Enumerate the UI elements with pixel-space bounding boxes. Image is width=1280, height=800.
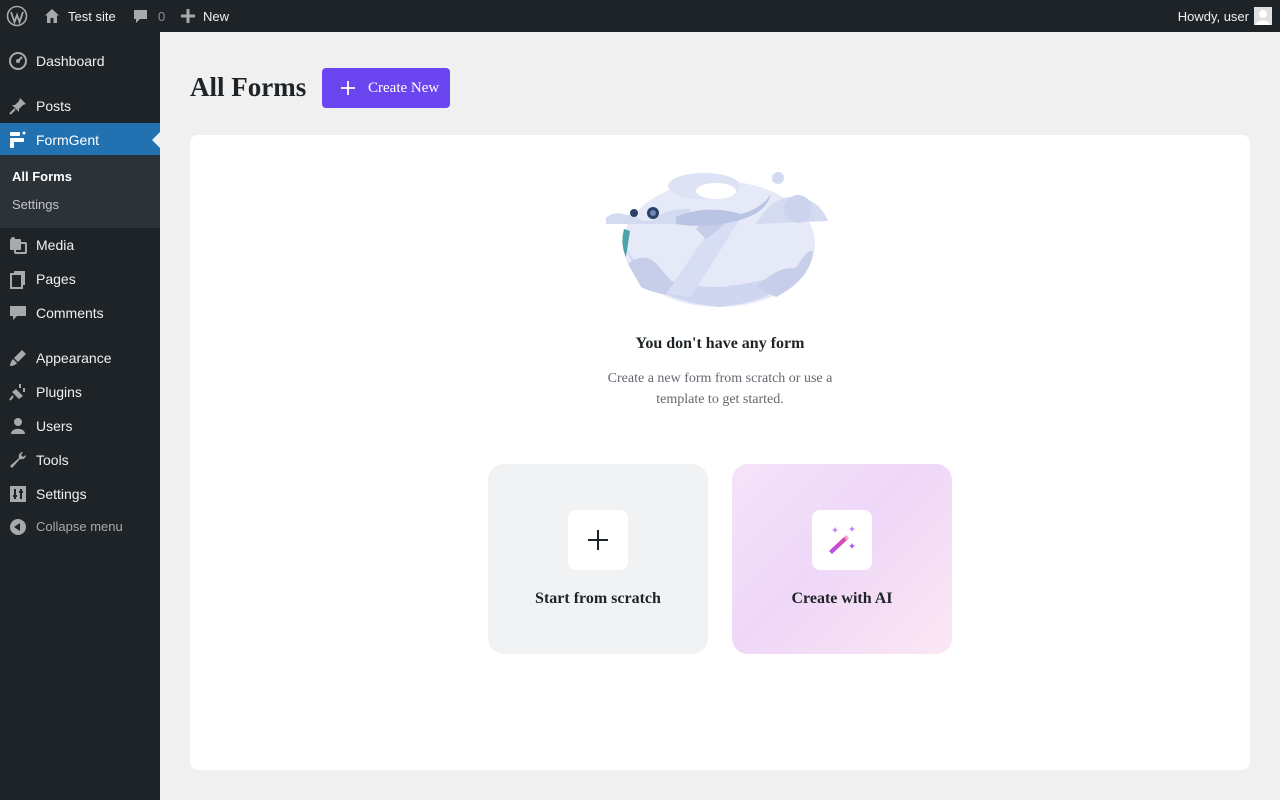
media-icon bbox=[8, 235, 28, 255]
menu-item-appearance[interactable]: Appearance bbox=[0, 341, 160, 375]
empty-state-card: You don't have any form Create a new for… bbox=[190, 135, 1250, 770]
pin-icon bbox=[8, 96, 28, 116]
submenu-all-forms[interactable]: All Forms bbox=[12, 169, 72, 184]
menu-item-tools[interactable]: Tools bbox=[0, 443, 160, 477]
user-account-menu[interactable]: Howdy, user bbox=[1178, 0, 1272, 32]
new-content-link[interactable]: New bbox=[181, 0, 229, 32]
create-with-ai-label: Create with AI bbox=[791, 590, 893, 607]
plus-icon bbox=[588, 530, 608, 550]
formgent-submenu: All Forms Settings bbox=[0, 155, 160, 228]
brush-icon bbox=[8, 348, 28, 368]
submenu-settings[interactable]: Settings bbox=[12, 197, 59, 212]
empty-state-illustration bbox=[606, 172, 828, 307]
ai-icon-box bbox=[812, 510, 872, 570]
admin-bar: Test site 0 New Howdy, user bbox=[0, 0, 1280, 32]
admin-sidebar: Dashboard Posts FormGent All Forms Setti… bbox=[0, 32, 160, 800]
menu-item-users[interactable]: Users bbox=[0, 409, 160, 443]
menu-item-pages[interactable]: Pages bbox=[0, 262, 160, 296]
avatar bbox=[1254, 7, 1272, 25]
comment-icon bbox=[134, 9, 147, 23]
scratch-icon-box bbox=[568, 510, 628, 570]
menu-label: Settings bbox=[36, 486, 87, 502]
wordpress-logo-icon bbox=[6, 5, 28, 27]
collapse-label: Collapse menu bbox=[36, 519, 123, 534]
sliders-icon bbox=[8, 484, 28, 504]
menu-label: Media bbox=[36, 237, 75, 253]
page-title: All Forms bbox=[190, 72, 307, 102]
avatar-icon bbox=[1256, 10, 1270, 25]
menu-label: Appearance bbox=[36, 350, 112, 366]
start-from-scratch-card[interactable]: Start from scratch bbox=[488, 464, 708, 654]
create-with-ai-card[interactable]: Create with AI bbox=[732, 464, 952, 654]
user-icon bbox=[8, 416, 28, 436]
wrench-icon bbox=[8, 450, 28, 470]
new-label: New bbox=[203, 8, 230, 24]
pages-icon bbox=[8, 269, 28, 289]
menu-label: Comments bbox=[36, 305, 104, 321]
menu-label: Users bbox=[36, 418, 73, 434]
create-new-label: Create New bbox=[368, 79, 440, 96]
empty-state-title: You don't have any form bbox=[635, 335, 805, 352]
menu-item-formgent[interactable]: FormGent bbox=[0, 123, 160, 157]
menu-item-plugins[interactable]: Plugins bbox=[0, 375, 160, 409]
menu-label: Posts bbox=[36, 98, 72, 114]
collapse-menu-button[interactable]: Collapse menu bbox=[0, 510, 160, 544]
comments-count: 0 bbox=[158, 8, 166, 24]
dashboard-icon bbox=[8, 51, 28, 71]
collapse-arrow-icon bbox=[10, 519, 26, 535]
plus-icon bbox=[181, 9, 195, 23]
menu-label: Pages bbox=[36, 271, 76, 287]
menu-item-dashboard[interactable]: Dashboard bbox=[0, 44, 160, 78]
create-new-button[interactable]: Create New bbox=[322, 68, 450, 108]
empty-state-description: Create a new form from scratch or use a … bbox=[607, 371, 833, 407]
wordpress-logo-button[interactable] bbox=[6, 0, 28, 32]
site-name-label: Test site bbox=[68, 8, 116, 24]
plug-icon bbox=[8, 382, 28, 402]
formgent-icon bbox=[8, 130, 28, 150]
menu-item-settings[interactable]: Settings bbox=[0, 477, 160, 511]
menu-item-media[interactable]: Media bbox=[0, 228, 160, 262]
menu-label: Tools bbox=[36, 452, 69, 468]
menu-label: Plugins bbox=[36, 384, 82, 400]
plus-icon bbox=[341, 81, 355, 95]
home-icon bbox=[45, 9, 59, 23]
site-name-link[interactable]: Test site bbox=[43, 0, 116, 32]
magic-wand-icon bbox=[829, 526, 855, 554]
start-from-scratch-label: Start from scratch bbox=[535, 590, 661, 607]
greeting-label: Howdy, user bbox=[1177, 8, 1249, 24]
menu-item-posts[interactable]: Posts bbox=[0, 89, 160, 123]
menu-label: Dashboard bbox=[36, 53, 105, 69]
comments-link[interactable]: 0 bbox=[132, 0, 165, 32]
comment-icon bbox=[8, 303, 28, 323]
menu-item-comments[interactable]: Comments bbox=[0, 296, 160, 330]
menu-label: FormGent bbox=[36, 132, 100, 148]
